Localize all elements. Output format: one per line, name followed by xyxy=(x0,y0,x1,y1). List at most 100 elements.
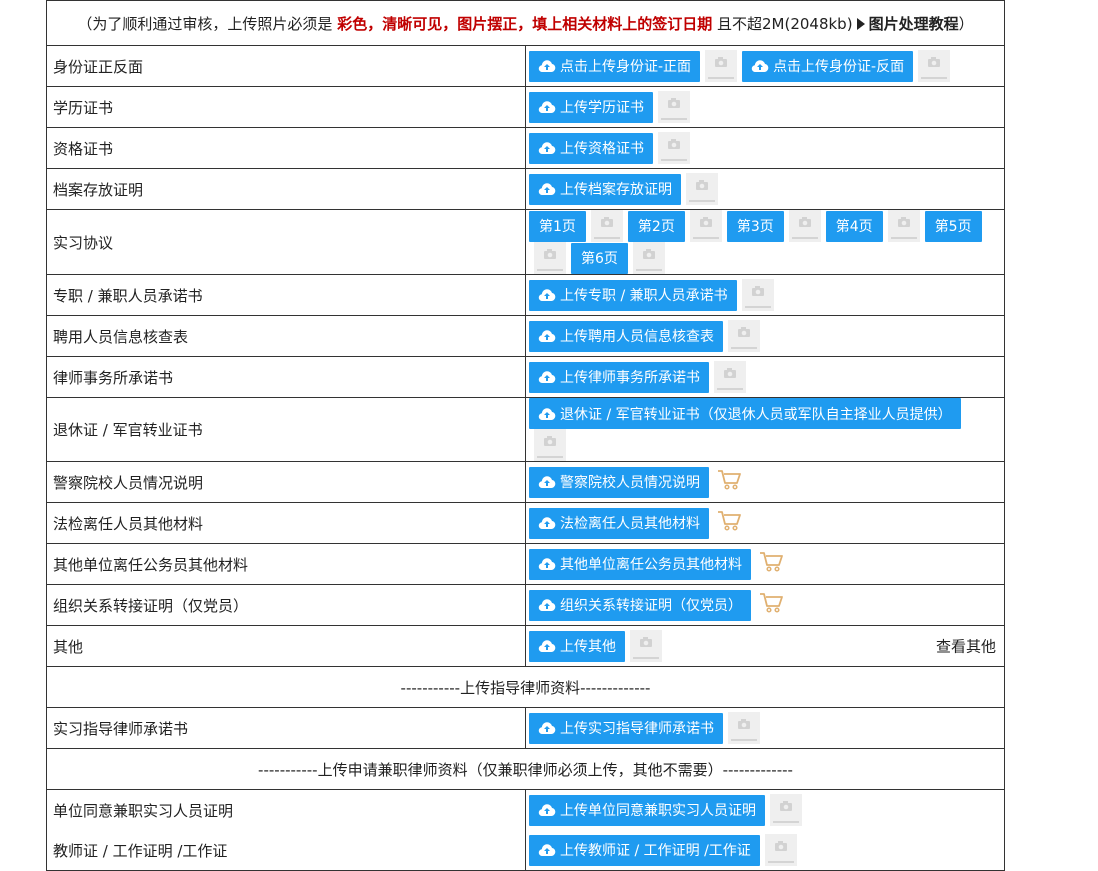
row-controls-line: 上传单位同意兼职实习人员证明 xyxy=(529,790,1001,830)
upload-button-label: 上传聘用人员信息核查表 xyxy=(560,329,714,345)
section-parttime-heading: -----------上传申请兼职律师资料（仅兼职律师必须上传，其他不需要）--… xyxy=(46,748,1005,790)
upload-notice: （为了顺利通过审核，上传照片必须是 彩色，清晰可见，图片摆正，填上相关材料上的签… xyxy=(46,0,1005,46)
cloud-upload-icon xyxy=(538,640,556,652)
upload-button[interactable]: 退休证 / 军官转业证书（仅退休人员或军队自主择业人员提供） xyxy=(529,398,961,429)
image-placeholder-icon[interactable] xyxy=(534,242,566,274)
image-placeholder-icon[interactable] xyxy=(728,320,760,352)
row-controls: 上传单位同意兼职实习人员证明 上传教师证 / 工作证明 /工作证 xyxy=(525,789,1005,871)
row-label: 组织关系转接证明（仅党员） xyxy=(46,584,526,626)
image-placeholder-icon[interactable] xyxy=(918,50,951,82)
tutorial-link[interactable]: 图片处理教程 xyxy=(869,15,959,33)
upload-button-label: 第4页 xyxy=(835,219,873,235)
image-placeholder-icon[interactable] xyxy=(632,242,665,274)
cloud-upload-icon xyxy=(538,804,556,816)
row-label: 其他 xyxy=(46,625,526,667)
cloud-upload-icon xyxy=(538,599,556,611)
image-placeholder-icon[interactable] xyxy=(658,91,690,123)
image-placeholder-icon[interactable] xyxy=(534,429,566,461)
upload-button-label: 上传专职 / 兼职人员承诺书 xyxy=(560,288,728,304)
image-placeholder-icon[interactable] xyxy=(630,630,662,662)
image-placeholder-icon[interactable] xyxy=(689,210,722,242)
upload-button-label: 组织关系转接证明（仅党员） xyxy=(560,598,742,614)
upload-button[interactable]: 上传律师事务所承诺书 xyxy=(529,361,709,393)
shopping-cart-icon[interactable] xyxy=(759,551,783,577)
row-label: 教师证 / 工作证明 /工作证 xyxy=(53,841,228,860)
notice-size-limit: 且不超2M(2048kb) xyxy=(716,14,853,33)
upload-button[interactable]: 组织关系转接证明（仅党员） xyxy=(529,589,751,621)
row-label: 实习指导律师承诺书 xyxy=(46,707,526,749)
image-placeholder-icon[interactable] xyxy=(788,210,821,242)
page-upload-button[interactable]: 第2页 xyxy=(627,210,685,242)
cloud-upload-icon xyxy=(538,289,556,301)
upload-button[interactable]: 上传单位同意兼职实习人员证明 xyxy=(529,794,765,826)
image-placeholder-icon[interactable] xyxy=(887,210,920,242)
page-upload-button[interactable]: 第6页 xyxy=(571,242,628,274)
page-upload-button[interactable]: 第3页 xyxy=(726,210,784,242)
upload-form: （为了顺利通过审核，上传照片必须是 彩色，清晰可见，图片摆正，填上相关材料上的签… xyxy=(46,0,1005,871)
image-placeholder-icon[interactable] xyxy=(705,50,738,82)
table-row: 警察院校人员情况说明 警察院校人员情况说明 xyxy=(46,461,1005,503)
cloud-upload-icon xyxy=(538,476,556,488)
cloud-upload-icon xyxy=(538,60,556,72)
upload-button[interactable]: 警察院校人员情况说明 xyxy=(529,466,709,498)
upload-button[interactable]: 上传聘用人员信息核查表 xyxy=(529,320,723,352)
upload-button[interactable]: 点击上传身份证-正面 xyxy=(529,50,701,82)
shopping-cart-icon[interactable] xyxy=(759,592,783,618)
row-controls-line: 上传教师证 / 工作证明 /工作证 xyxy=(529,830,1001,870)
row-label: 警察院校人员情况说明 xyxy=(46,461,526,503)
row-label: 其他单位离任公务员其他材料 xyxy=(46,543,526,585)
row-label-stack: 单位同意兼职实习人员证明 教师证 / 工作证明 /工作证 xyxy=(46,789,526,871)
row-controls: 退休证 / 军官转业证书（仅退休人员或军队自主择业人员提供） xyxy=(525,397,1005,462)
upload-button-label: 点击上传身份证-正面 xyxy=(560,59,692,75)
row-label: 律师事务所承诺书 xyxy=(46,356,526,398)
upload-button[interactable]: 上传档案存放证明 xyxy=(529,173,681,205)
view-other-link[interactable]: 查看其他 xyxy=(936,636,996,657)
upload-button[interactable]: 点击上传身份证-反面 xyxy=(742,50,914,82)
shopping-cart-icon[interactable] xyxy=(717,510,741,536)
cloud-upload-icon xyxy=(538,101,556,113)
shopping-cart-icon[interactable] xyxy=(717,469,741,495)
page-upload-button[interactable]: 第5页 xyxy=(924,210,982,242)
row-controls: 警察院校人员情况说明 xyxy=(525,461,1005,503)
upload-button[interactable]: 法检离任人员其他材料 xyxy=(529,507,709,539)
row-controls: 组织关系转接证明（仅党员） xyxy=(525,584,1005,626)
page-upload-button[interactable]: 第1页 xyxy=(529,210,586,242)
upload-button-label: 第2页 xyxy=(637,219,675,235)
upload-button[interactable]: 上传其他 xyxy=(529,630,625,662)
row-controls: 上传其他 查看其他 xyxy=(525,625,1005,667)
upload-button-label: 上传律师事务所承诺书 xyxy=(560,370,700,386)
notice-close-paren: ） xyxy=(958,14,974,33)
upload-button[interactable]: 上传专职 / 兼职人员承诺书 xyxy=(529,279,737,311)
row-label: 退休证 / 军官转业证书 xyxy=(46,397,526,462)
row-controls: 上传资格证书 xyxy=(525,127,1005,169)
row-label: 单位同意兼职实习人员证明 xyxy=(53,801,234,820)
upload-button-label: 第3页 xyxy=(736,219,774,235)
image-placeholder-icon[interactable] xyxy=(714,361,746,393)
upload-button-label: 上传教师证 / 工作证明 /工作证 xyxy=(560,843,751,859)
page-upload-button[interactable]: 第4页 xyxy=(825,210,883,242)
upload-button[interactable]: 上传学历证书 xyxy=(529,91,653,123)
upload-button[interactable]: 其他单位离任公务员其他材料 xyxy=(529,548,751,580)
row-controls: 其他单位离任公务员其他材料 xyxy=(525,543,1005,585)
upload-button[interactable]: 上传资格证书 xyxy=(529,132,653,164)
table-row: 实习协议 第1页 第2页 第3页 第4页 第5页 第6页 xyxy=(46,209,1005,275)
image-placeholder-icon[interactable] xyxy=(590,210,623,242)
cloud-upload-icon xyxy=(538,407,556,420)
cloud-upload-icon xyxy=(538,844,556,856)
image-placeholder-icon[interactable] xyxy=(686,173,718,205)
row-controls: 点击上传身份证-正面 点击上传身份证-反面 xyxy=(525,45,1005,87)
row-label: 聘用人员信息核查表 xyxy=(46,315,526,357)
image-placeholder-icon[interactable] xyxy=(770,794,802,826)
image-placeholder-icon[interactable] xyxy=(764,834,797,866)
image-placeholder-icon[interactable] xyxy=(728,712,760,744)
table-row: 档案存放证明 上传档案存放证明 xyxy=(46,168,1005,210)
table-row: 组织关系转接证明（仅党员） 组织关系转接证明（仅党员） xyxy=(46,584,1005,626)
table-row: 其他单位离任公务员其他材料 其他单位离任公务员其他材料 xyxy=(46,543,1005,585)
table-row: 律师事务所承诺书 上传律师事务所承诺书 xyxy=(46,356,1005,398)
table-row: 单位同意兼职实习人员证明 教师证 / 工作证明 /工作证 上传单位同意兼职实习人… xyxy=(46,789,1005,871)
upload-button[interactable]: 上传实习指导律师承诺书 xyxy=(529,712,723,744)
image-placeholder-icon[interactable] xyxy=(741,279,774,311)
image-placeholder-icon[interactable] xyxy=(658,132,690,164)
upload-button-label: 警察院校人员情况说明 xyxy=(560,475,700,491)
upload-button[interactable]: 上传教师证 / 工作证明 /工作证 xyxy=(529,834,760,866)
